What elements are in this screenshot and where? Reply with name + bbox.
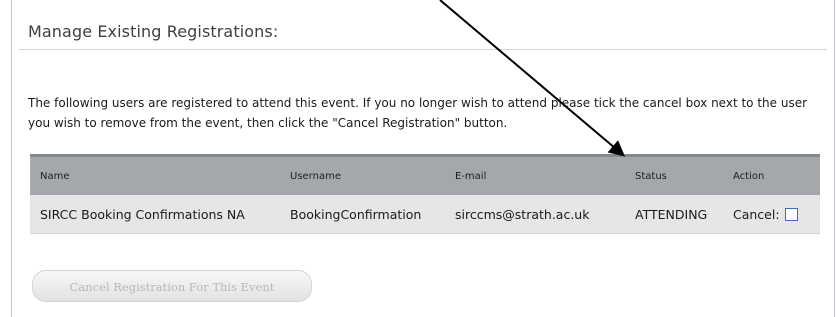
- heading-divider: [19, 49, 827, 50]
- cell-name: SIRCC Booking Confirmations NA: [30, 195, 280, 234]
- panel-heading: Manage Existing Registrations:: [28, 22, 279, 41]
- cell-action: Cancel:: [723, 195, 820, 234]
- cancel-label: Cancel:: [733, 206, 780, 222]
- table-header-row: Name Username E-mail Status Action: [30, 154, 820, 195]
- cell-username: BookingConfirmation: [280, 195, 445, 234]
- cell-status: ATTENDING: [625, 195, 723, 234]
- cancel-checkbox[interactable]: [784, 207, 798, 221]
- registrations-table: Name Username E-mail Status Action SIRCC…: [30, 154, 820, 234]
- column-header-status: Status: [625, 154, 723, 195]
- table-row: SIRCC Booking Confirmations NA BookingCo…: [30, 195, 820, 234]
- cancel-registration-button[interactable]: Cancel Registration For This Event: [32, 270, 312, 302]
- column-header-username: Username: [280, 154, 445, 195]
- manage-registrations-panel: Manage Existing Registrations: The follo…: [11, 0, 835, 317]
- column-header-name: Name: [30, 154, 280, 195]
- column-header-email: E-mail: [445, 154, 625, 195]
- column-header-action: Action: [723, 154, 820, 195]
- cancel-control: Cancel:: [733, 207, 798, 222]
- cell-email: sirccms@strath.ac.uk: [445, 195, 625, 234]
- instructions-text: The following users are registered to at…: [28, 96, 808, 130]
